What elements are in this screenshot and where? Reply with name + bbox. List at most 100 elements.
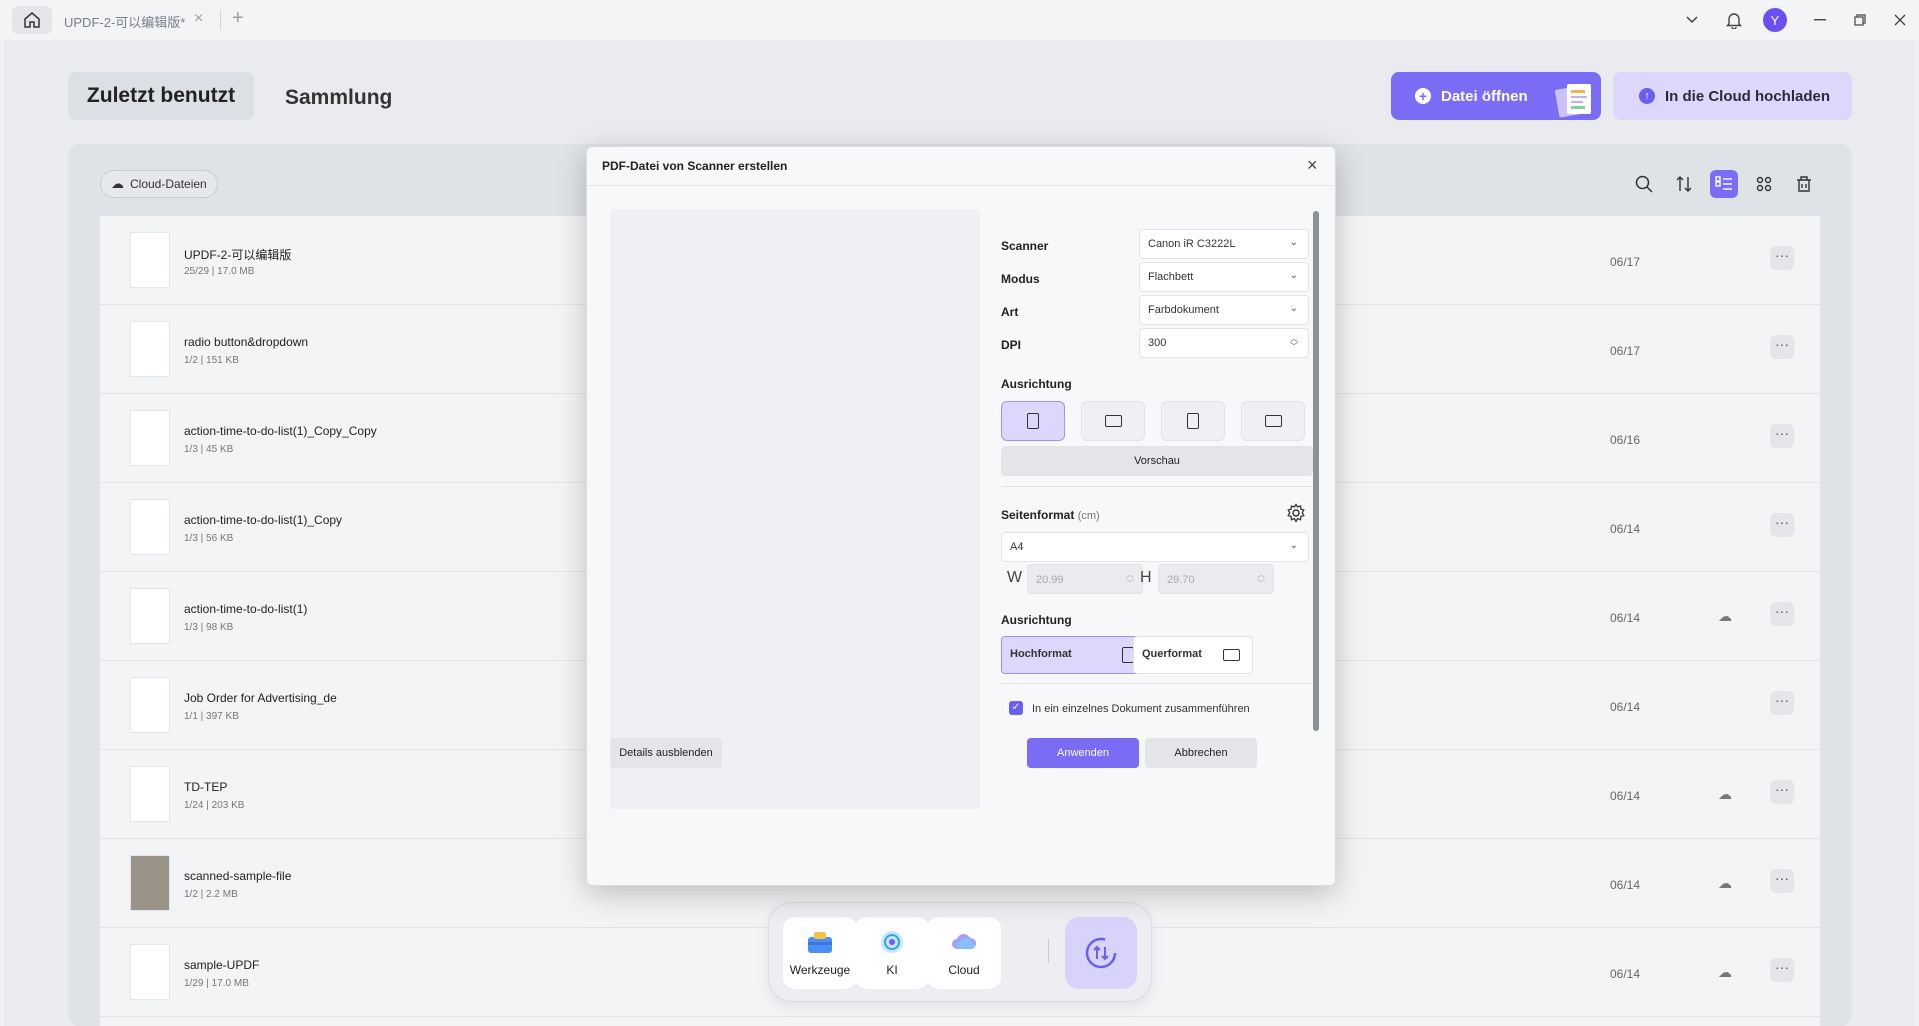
new-tab-icon[interactable]: + bbox=[232, 7, 244, 30]
apply-button[interactable]: Anwenden bbox=[1027, 738, 1139, 768]
orientation2-label: Ausrichtung bbox=[1001, 613, 1072, 627]
tab-recent[interactable]: Zuletzt benutzt bbox=[68, 72, 254, 120]
more-options-icon[interactable]: ··· bbox=[1770, 780, 1794, 804]
minimize-icon[interactable] bbox=[1808, 8, 1832, 32]
cloud-files-label: Cloud-Dateien bbox=[130, 177, 207, 191]
file-meta: 25/29 | 17.0 MB bbox=[184, 266, 255, 277]
tab-close-icon[interactable]: × bbox=[194, 10, 203, 28]
file-date: 06/14 bbox=[1610, 878, 1641, 892]
file-meta: 1/2 | 2.2 MB bbox=[184, 889, 238, 900]
close-window-icon[interactable] bbox=[1888, 8, 1912, 32]
notification-bell-icon[interactable] bbox=[1722, 8, 1746, 32]
avatar[interactable]: Y bbox=[1763, 8, 1787, 32]
mode-label: Modus bbox=[1001, 272, 1040, 286]
more-options-icon[interactable]: ··· bbox=[1770, 869, 1794, 893]
sort-icon[interactable] bbox=[1670, 170, 1698, 198]
more-options-icon[interactable]: ··· bbox=[1770, 424, 1794, 448]
dialog-close-icon[interactable]: × bbox=[1307, 155, 1318, 176]
file-date: 06/14 bbox=[1610, 967, 1641, 981]
cloud-upload-icon[interactable]: ☁ bbox=[1718, 964, 1732, 981]
page-format-label-text: Seitenformat bbox=[1001, 508, 1075, 522]
dock-convert-button[interactable] bbox=[1065, 917, 1137, 989]
more-options-icon[interactable]: ··· bbox=[1770, 513, 1794, 537]
file-date: 06/14 bbox=[1610, 611, 1641, 625]
file-thumbnail bbox=[130, 499, 170, 555]
portrait-flipped-page-icon bbox=[1187, 413, 1199, 429]
page-format-value: A4 bbox=[1010, 541, 1024, 553]
file-meta: 1/2 | 151 KB bbox=[184, 355, 239, 366]
landscape-page-icon bbox=[1104, 415, 1122, 427]
stepper-arrows-icon: ︿ ﹀ bbox=[1126, 570, 1134, 588]
mode-value: Flachbett bbox=[1148, 271, 1194, 283]
file-name: scanned-sample-file bbox=[184, 869, 292, 883]
orientation-label: Ausrichtung bbox=[1001, 377, 1072, 391]
settings-scrollbar[interactable] bbox=[1313, 211, 1319, 731]
file-date: 06/14 bbox=[1610, 522, 1641, 536]
open-file-button[interactable]: + Datei öffnen bbox=[1391, 72, 1601, 120]
orientation-landscape-flipped-button[interactable] bbox=[1241, 401, 1305, 441]
merge-checkbox[interactable]: ✓ bbox=[1009, 701, 1023, 715]
search-icon[interactable] bbox=[1630, 170, 1658, 198]
more-options-icon[interactable]: ··· bbox=[1770, 246, 1794, 270]
landscape-flipped-page-icon bbox=[1264, 415, 1282, 427]
file-date: 06/16 bbox=[1610, 433, 1641, 447]
type-select[interactable]: Farbdokument ⌄ bbox=[1139, 295, 1309, 325]
dpi-stepper[interactable]: 300 ︿ ﹀ bbox=[1139, 328, 1309, 358]
scanner-label-text: Scanner bbox=[1001, 239, 1049, 253]
file-meta: 1/1 | 397 KB bbox=[184, 711, 239, 722]
trash-icon[interactable] bbox=[1790, 170, 1818, 198]
dock-tools-label: Werkzeuge bbox=[789, 963, 851, 977]
dock-ai-button[interactable]: KI bbox=[855, 917, 929, 989]
orientation-landscape-button[interactable] bbox=[1081, 401, 1145, 441]
dock-tools-button[interactable]: Werkzeuge bbox=[783, 917, 857, 989]
more-options-icon[interactable]: ··· bbox=[1770, 691, 1794, 715]
mode-select[interactable]: Flachbett ⌄ bbox=[1139, 262, 1309, 292]
document-tab-title[interactable]: UPDF-2-可以编辑版* bbox=[64, 12, 185, 31]
upload-cloud-button[interactable]: ↑ In die Cloud hochladen bbox=[1613, 72, 1852, 120]
cloud-upload-icon[interactable]: ☁ bbox=[1718, 786, 1732, 803]
preview-button[interactable]: Vorschau bbox=[1001, 446, 1313, 476]
height-label: H bbox=[1140, 569, 1152, 586]
tab-collection[interactable]: Sammlung bbox=[285, 86, 392, 110]
more-options-icon[interactable]: ··· bbox=[1770, 958, 1794, 982]
chevron-down-icon: ⌄ bbox=[1289, 270, 1298, 281]
file-name: action-time-to-do-list(1)_Copy bbox=[184, 513, 343, 527]
dock-cloud-button[interactable]: Cloud bbox=[927, 917, 1001, 989]
file-thumbnail bbox=[130, 321, 170, 377]
gear-icon[interactable] bbox=[1286, 503, 1306, 523]
landscape-format-button[interactable]: Querformat bbox=[1133, 636, 1253, 674]
cloud-upload-icon[interactable]: ☁ bbox=[1718, 875, 1732, 892]
file-meta: 1/29 | 17.0 MB bbox=[184, 978, 249, 989]
dock-ai-label: KI bbox=[886, 963, 898, 977]
hide-details-button[interactable]: Details ausblenden bbox=[610, 738, 722, 768]
cloud-files-chip[interactable]: ☁ Cloud-Dateien bbox=[100, 170, 218, 198]
portrait-format-button[interactable]: Hochformat bbox=[1001, 636, 1147, 674]
home-button[interactable] bbox=[12, 6, 52, 34]
width-input[interactable]: 20.99 ︿ ﹀ bbox=[1027, 564, 1143, 594]
section-divider bbox=[1001, 486, 1313, 487]
file-name: Job Order for Advertising_de bbox=[184, 691, 337, 705]
height-value: 29.70 bbox=[1167, 574, 1195, 586]
file-thumbnail bbox=[130, 944, 170, 1000]
more-options-icon[interactable]: ··· bbox=[1770, 602, 1794, 626]
file-name: UPDF-2-可以编辑版 bbox=[184, 248, 292, 262]
portrait-format-label: Hochformat bbox=[1010, 648, 1072, 660]
chevron-down-icon[interactable] bbox=[1680, 8, 1704, 32]
titlebar-divider bbox=[220, 10, 221, 30]
orientation-portrait-button[interactable] bbox=[1001, 401, 1065, 441]
more-options-icon[interactable]: ··· bbox=[1770, 335, 1794, 359]
dock-divider bbox=[1048, 939, 1049, 963]
list-view-icon[interactable] bbox=[1710, 170, 1738, 198]
file-meta: 1/3 | 56 KB bbox=[184, 533, 234, 544]
cancel-button[interactable]: Abbrechen bbox=[1145, 738, 1257, 768]
ai-assistant-icon bbox=[881, 931, 903, 953]
height-input[interactable]: 29.70 ︿ ﹀ bbox=[1158, 564, 1274, 594]
orientation-portrait-flipped-button[interactable] bbox=[1161, 401, 1225, 441]
cloud-upload-icon[interactable]: ☁ bbox=[1718, 608, 1732, 625]
scanner-select[interactable]: Canon iR C3222L ⌄ bbox=[1139, 229, 1309, 259]
upload-icon: ↑ bbox=[1639, 88, 1655, 104]
toolbox-icon bbox=[808, 932, 832, 953]
restore-icon[interactable] bbox=[1848, 8, 1872, 32]
page-format-select[interactable]: A4 ⌄ bbox=[1001, 532, 1309, 562]
grid-view-icon[interactable] bbox=[1750, 170, 1778, 198]
